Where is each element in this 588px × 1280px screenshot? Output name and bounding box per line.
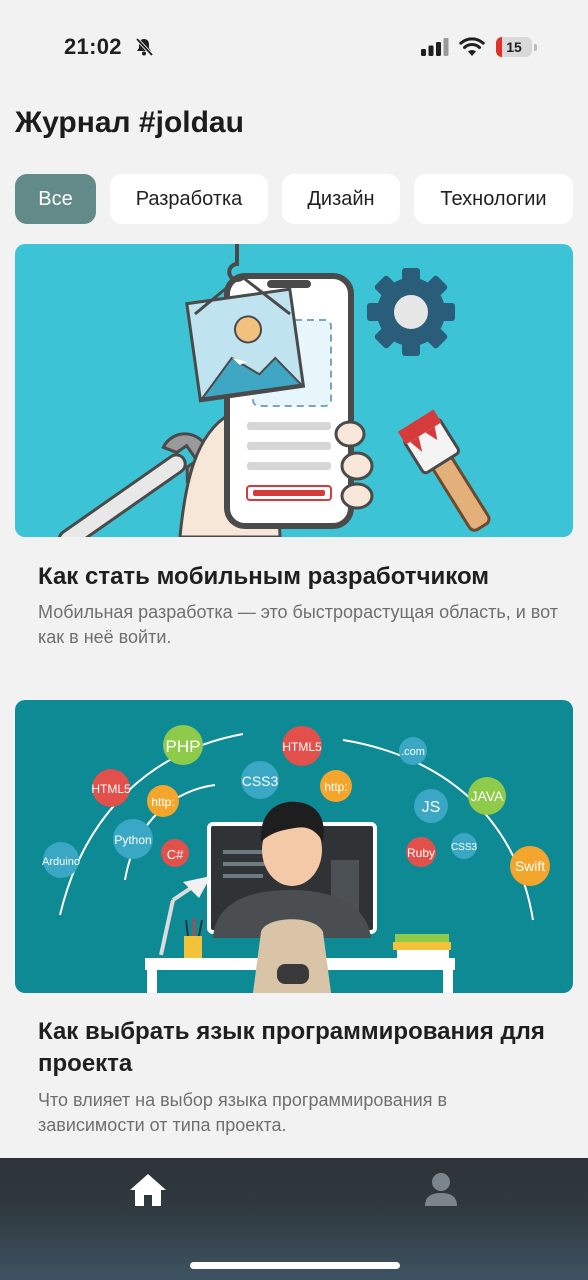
badge-arduino: Arduino: [42, 856, 80, 868]
badge-html5-left: HTML5: [91, 782, 131, 796]
article-description: Что влияет на выбор языка программирован…: [38, 1090, 448, 1135]
badge-js: JS: [422, 799, 441, 816]
badge-csharp: C#: [167, 847, 184, 862]
mobile-app-illustration-icon: [15, 244, 573, 537]
status-bar: 21:02 15: [0, 0, 588, 96]
page-title: Журнал #joldau: [15, 106, 244, 139]
status-time: 21:02: [64, 34, 122, 59]
badge-css3-right: CSS3: [451, 842, 478, 853]
battery-icon: 15: [496, 37, 538, 57]
badge-http-left: http:: [151, 795, 174, 809]
wifi-icon: [459, 37, 485, 56]
badge-php: PHP: [166, 737, 201, 756]
filter-chip-design[interactable]: Дизайн: [282, 174, 400, 224]
badge-html5-center: HTML5: [282, 740, 322, 754]
home-indicator: [190, 1262, 400, 1269]
article-description: Мобильная разработка — это быстрорастуща…: [38, 602, 559, 647]
badge-http-center: http:: [324, 780, 347, 794]
badge-java: JAVA: [471, 788, 505, 804]
badge-python: Python: [114, 833, 151, 847]
badge-com: .com: [401, 746, 425, 758]
article-title[interactable]: Как стать мобильным разработчиком: [38, 561, 558, 593]
badge-swift: Swift: [515, 858, 545, 874]
cellular-signal-icon: [421, 38, 449, 56]
programming-languages-illustration-icon: PHP HTML5 http: Python C# Arduino HTML5 …: [15, 700, 573, 993]
filter-chip-development[interactable]: Разработка: [110, 174, 268, 224]
filter-chip-technology[interactable]: Технологии: [414, 174, 573, 224]
article-title[interactable]: Как выбрать язык программирования для пр…: [38, 1016, 558, 1080]
bell-muted-icon: [135, 37, 154, 57]
filter-chip-all[interactable]: Все: [15, 174, 96, 224]
badge-css3: CSS3: [242, 773, 279, 789]
battery-level: 15: [506, 39, 522, 55]
profile-icon[interactable]: [423, 1172, 459, 1208]
home-icon[interactable]: [128, 1172, 168, 1208]
article-image-programming-languages[interactable]: PHP HTML5 http: Python C# Arduino HTML5 …: [15, 700, 573, 993]
badge-ruby: Ruby: [407, 846, 435, 860]
article-image-mobile-dev[interactable]: [15, 244, 573, 537]
